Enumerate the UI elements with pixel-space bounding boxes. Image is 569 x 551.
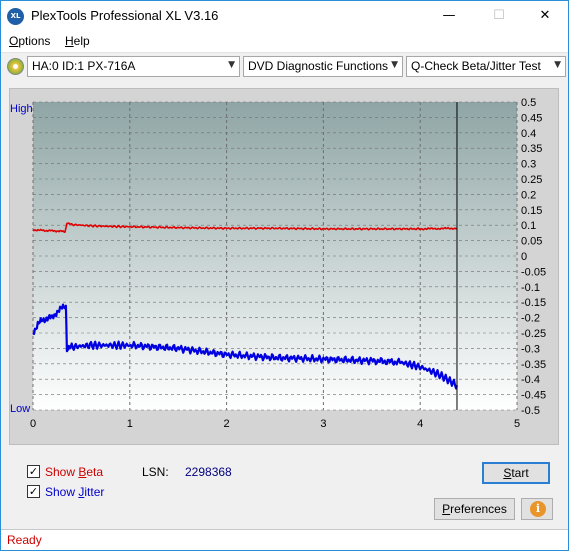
menu-bar: Options Help [1,31,568,52]
start-button[interactable]: Start [482,462,550,484]
y-tick-label: -0.5 [521,405,540,417]
y-tick-label: 0.3 [521,159,536,171]
preferences-button-label: references [450,502,507,516]
y-tick-label: -0.05 [521,266,546,278]
x-tick-label: 0 [30,418,36,430]
show-beta-label-pre: Show [45,465,79,479]
left-axis-high-label: High [10,103,33,115]
y-tick-label: 0.35 [521,143,542,155]
y-tick-label: -0.2 [521,313,540,325]
x-tick-label: 2 [224,418,230,430]
drive-select-value: HA:0 ID:1 PX-716A [32,59,136,73]
function-select-value: DVD Diagnostic Functions [248,59,389,73]
lsn-label: LSN: [142,465,169,479]
y-tick-label: 0.4 [521,128,536,140]
drive-select[interactable]: HA:0 ID:1 PX-716A ▼ [27,56,240,77]
show-jitter-label[interactable]: Show Jitter [45,485,104,499]
show-beta-label[interactable]: Show Beta [45,465,103,479]
y-tick-label: -0.25 [521,328,546,340]
y-tick-label: -0.1 [521,282,540,294]
show-jitter-checkbox[interactable]: ✓ [27,485,40,498]
left-axis-low-label: Low [10,403,30,415]
show-beta-checkbox[interactable]: ✓ [27,465,40,478]
preferences-button[interactable]: Preferences [434,498,515,520]
maximize-button[interactable]: ☐ [476,1,522,31]
y-tick-label: 0.45 [521,112,542,124]
menu-help[interactable]: Help [65,34,90,48]
y-tick-label: 0.1 [521,220,536,232]
function-select[interactable]: DVD Diagnostic Functions ▼ [243,56,403,77]
y-tick-label: 0.2 [521,189,536,201]
lsn-value: 2298368 [185,465,232,479]
y-tick-label: -0.15 [521,297,546,309]
title-bar[interactable]: XL PlexTools Professional XL V3.16 — ☐ ✕ [1,1,568,31]
y-tick-label: 0.25 [521,174,542,186]
close-button[interactable]: ✕ [522,1,568,31]
beta-jitter-chart: 0 1 2 3 4 5 0.5 0.45 0.4 0.35 0.3 0.25 0.2 0.15 0.1 0.0… [9,88,559,445]
info-icon: i [530,501,546,517]
x-tick-label: 4 [417,418,423,430]
app-window: XL PlexTools Professional XL V3.16 — ☐ ✕… [0,0,569,551]
x-tick-label: 3 [320,418,326,430]
y-tick-label: -0.3 [521,343,540,355]
status-bar: Ready [1,529,568,550]
info-button[interactable]: i [521,498,553,520]
chevron-down-icon: ▼ [391,60,398,70]
menu-options-accel: O [9,34,19,48]
menu-options-label: ptions [18,34,51,48]
disc-icon [7,58,24,75]
test-select[interactable]: Q-Check Beta/Jitter Test ▼ [406,56,566,77]
y-tick-label: -0.35 [521,359,546,371]
y-tick-label: 0 [521,251,527,263]
y-tick-label: -0.45 [521,390,546,402]
minimize-button[interactable]: — [426,1,472,31]
y-tick-label: -0.4 [521,374,540,386]
start-button-label: tart [511,466,529,480]
chevron-down-icon: ▼ [228,60,235,70]
y-tick-label: 0.15 [521,205,542,217]
plextools-logo-icon: XL [7,8,24,25]
chevron-down-icon: ▼ [554,60,561,70]
status-text: Ready [7,533,42,547]
test-select-value: Q-Check Beta/Jitter Test [411,59,541,73]
y-tick-label: 0.05 [521,236,542,248]
x-tick-label: 1 [127,418,133,430]
menu-options[interactable]: Options [9,34,50,48]
preferences-button-accel: P [442,502,451,516]
show-jitter-label-pre: Show [45,485,79,499]
show-jitter-label-post: itter [84,485,105,499]
show-beta-label-post: eta [86,465,104,479]
menu-help-accel: H [65,34,74,48]
window-title: PlexTools Professional XL V3.16 [31,8,219,23]
chart-svg: 0 1 2 3 4 5 0.5 0.45 0.4 0.35 0.3 0.25 0.2 0.15 0.1 0.0… [10,97,546,430]
x-tick-label: 5 [514,418,520,430]
menu-help-label: elp [73,34,90,48]
y-tick-label: 0.5 [521,97,536,109]
